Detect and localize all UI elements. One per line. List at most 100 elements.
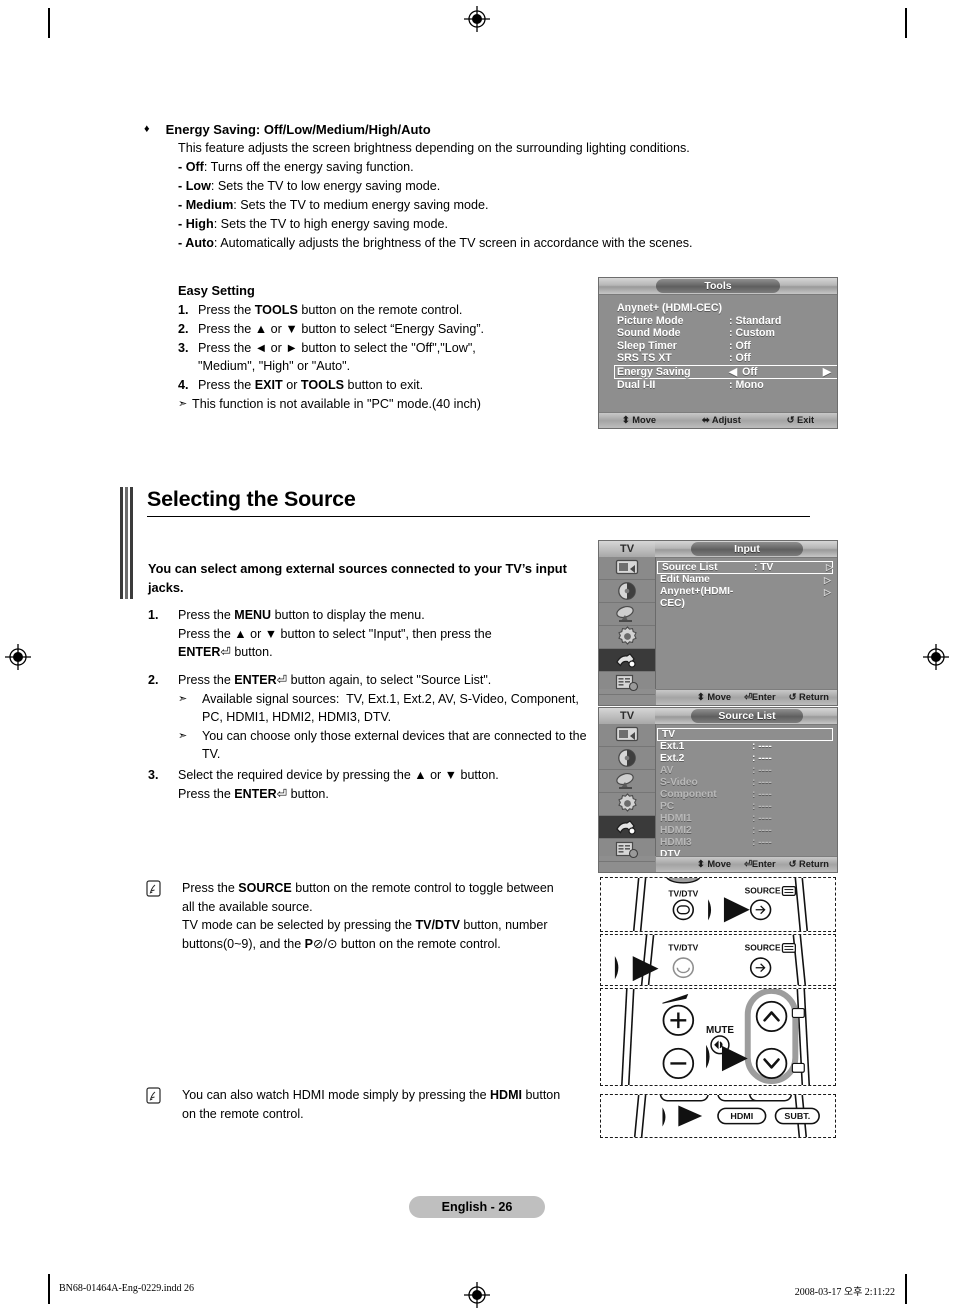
chevron-right-icon: ▷ xyxy=(824,575,831,585)
registration-mark-right xyxy=(923,644,949,670)
osd-source-row-pc[interactable]: PC: ---- xyxy=(656,801,837,813)
registration-mark-top xyxy=(464,6,490,32)
substep-text: You can choose only those external devic… xyxy=(202,728,587,762)
osd-row-anynet[interactable]: Anynet+ (HDMI-CEC) xyxy=(617,302,829,315)
channel-up-icon: ⊘ xyxy=(313,936,324,951)
step-text: Press the TOOLS button on the remote con… xyxy=(198,303,463,317)
osd-source-row-svideo[interactable]: S-Video: ---- xyxy=(656,777,837,789)
osd-source-row-av[interactable]: AV: ---- xyxy=(656,765,837,777)
osd-tools-title: Tools xyxy=(656,279,780,293)
crop-mark-top-right xyxy=(905,8,907,38)
step-text: Press the ENTER⏎ button again, to select… xyxy=(178,671,588,764)
return-icon: ↺ xyxy=(788,859,797,869)
osd-input-rows: Source List: TV ▷ Edit Name ▷ Anynet+(HDMI… xyxy=(656,557,837,689)
svg-text:SUBT.: SUBT. xyxy=(784,1111,810,1121)
picture-icon[interactable] xyxy=(599,724,655,747)
step-text: Select the required device by pressing t… xyxy=(178,767,499,801)
osd-source-row-hdmi3[interactable]: HDMI3: ---- xyxy=(656,837,837,849)
osd-tools-header: Tools xyxy=(599,278,837,295)
osd-source-row-ext2[interactable]: Ext.2: ---- xyxy=(656,753,837,765)
title-rule xyxy=(147,516,810,517)
picture-icon[interactable] xyxy=(599,557,655,580)
note-text: Press the SOURCE button on the remote co… xyxy=(182,881,554,951)
enter-icon: ⏎ xyxy=(276,786,288,801)
source-step-3: 3. Select the required device by pressin… xyxy=(148,766,588,803)
footer-enter: ⏎Enter xyxy=(744,859,776,869)
osd-tools-rows: Anynet+ (HDMI-CEC) Picture Mode: Standar… xyxy=(614,302,837,392)
updown-arrow-icon: ⬍ xyxy=(696,859,705,869)
osd-row-source-list[interactable]: Source List: TV ▷ xyxy=(657,561,833,574)
energy-saving-block: ♦ Energy Saving: Off/Low/Medium/High/Aut… xyxy=(144,120,834,253)
easy-setting-step-1: 1. Press the TOOLS button on the remote c… xyxy=(178,301,558,320)
footer-adjust: ⬌ Adjust xyxy=(701,415,741,425)
note-text: You can also watch HDMI mode simply by p… xyxy=(182,1088,561,1121)
note-arrow-icon: ➣ xyxy=(178,397,188,410)
osd-source-row-component[interactable]: Component: ---- xyxy=(656,789,837,801)
osd-row-picture-mode[interactable]: Picture Mode: Standard xyxy=(617,315,829,328)
osd-input-menu: Input TV Source List: TV ▷ Edit Name ▷ Any… xyxy=(598,540,838,706)
setup-icon[interactable] xyxy=(599,626,655,649)
updown-arrow-icon: ⬍ xyxy=(621,415,630,425)
sound-icon[interactable] xyxy=(599,580,655,603)
svg-text:SOURCE: SOURCE xyxy=(745,886,781,896)
enter-icon: ⏎ xyxy=(276,672,288,687)
setup-icon[interactable] xyxy=(599,793,655,816)
note-hdmi-button: You can also watch HDMI mode simply by p… xyxy=(146,1086,566,1123)
easy-setting-note-text: This function is not available in "PC" m… xyxy=(192,396,481,411)
energy-saving-option-auto: - Auto: Automatically adjusts the bright… xyxy=(178,236,693,250)
osd-tools-menu: Tools Anynet+ (HDMI-CEC) Picture Mode: S… xyxy=(598,277,838,429)
osd-source-row-hdmi1[interactable]: HDMI1: ---- xyxy=(656,813,837,825)
enter-icon: ⏎ xyxy=(744,859,752,869)
step-text: Press the ◄ or ► button to select the "O… xyxy=(198,340,476,374)
footer-return: ↺ Return xyxy=(788,859,829,869)
remote-panel-source: TV/DTV SOURCE xyxy=(600,877,836,932)
energy-saving-option-off: - Off: Turns off the energy saving funct… xyxy=(178,160,414,174)
source-substep-1: ➣ Available signal sources: TV, Ext.1, E… xyxy=(178,690,588,727)
channel-down-icon: ⊙ xyxy=(326,936,338,951)
remote-panel-hdmi: HDMI SUBT. xyxy=(600,1094,836,1138)
crop-mark-top-left xyxy=(48,8,50,38)
list-icon[interactable] xyxy=(599,839,655,862)
footer-return: ↺ Return xyxy=(788,692,829,702)
enter-icon: ⏎ xyxy=(744,692,752,702)
remote-panel-tvdtv: TV/DTV SOURCE xyxy=(600,934,836,986)
osd-source-row-ext1[interactable]: Ext.1: ---- xyxy=(656,741,837,753)
diamond-bullet-icon: ♦ xyxy=(144,123,150,135)
easy-setting-step-3: 3. Press the ◄ or ► button to select the … xyxy=(178,339,558,377)
return-icon: ↺ xyxy=(786,415,795,425)
sound-icon[interactable] xyxy=(599,747,655,770)
page-number-badge: English - 26 xyxy=(409,1196,545,1218)
right-arrow-icon[interactable]: ▶ xyxy=(823,366,837,378)
osd-row-srs-ts-xt[interactable]: SRS TS XT: Off xyxy=(617,352,829,365)
note-arrow-icon: ➣ xyxy=(178,729,188,742)
channel-icon[interactable] xyxy=(599,770,655,793)
note-icon xyxy=(146,879,182,953)
substep-text: Available signal sources: TV, Ext.1, Ext… xyxy=(202,691,579,725)
osd-source-sidebar xyxy=(599,724,656,862)
input-icon[interactable] xyxy=(599,648,655,672)
print-footer: BN68-01464A-Eng-0229.indd 26 2008-03-17 … xyxy=(0,1283,954,1303)
remote-panel-pchannel: MUTE xyxy=(600,988,836,1086)
step-text: Press the MENU button to display the men… xyxy=(178,608,492,660)
page-title: Selecting the Source xyxy=(147,487,356,511)
energy-saving-option-medium: - Medium: Sets the TV to medium energy s… xyxy=(178,198,489,212)
energy-saving-heading-text: Energy Saving: Off/Low/Medium/High/Auto xyxy=(165,122,431,137)
print-file-name: BN68-01464A-Eng-0229.indd 26 xyxy=(59,1283,194,1294)
osd-row-edit-name[interactable]: Edit Name ▷ xyxy=(656,574,837,586)
osd-source-row-hdmi2[interactable]: HDMI2: ---- xyxy=(656,825,837,837)
osd-row-anynet-input[interactable]: Anynet+(HDMI-CEC) ▷ xyxy=(656,586,837,609)
osd-row-sleep-timer[interactable]: Sleep Timer: Off xyxy=(617,340,829,353)
left-arrow-icon[interactable]: ◀ xyxy=(729,366,737,378)
svg-text:HDMI: HDMI xyxy=(730,1111,753,1121)
manual-page: ♦ Energy Saving: Off/Low/Medium/High/Aut… xyxy=(0,0,954,1314)
osd-row-dual[interactable]: Dual I-II: Mono xyxy=(617,379,829,392)
input-icon[interactable] xyxy=(599,815,655,839)
registration-mark-left xyxy=(5,644,31,670)
section-accent-bars xyxy=(120,487,134,599)
easy-setting-block: Easy Setting 1. Press the TOOLS button on… xyxy=(178,281,558,414)
osd-source-row-tv[interactable]: TV xyxy=(657,728,833,741)
osd-row-sound-mode[interactable]: Sound Mode: Custom xyxy=(617,327,829,340)
osd-row-energy-saving[interactable]: Energy Saving ◀ Off ▶ xyxy=(614,364,837,379)
list-icon[interactable] xyxy=(599,672,655,695)
channel-icon[interactable] xyxy=(599,603,655,626)
